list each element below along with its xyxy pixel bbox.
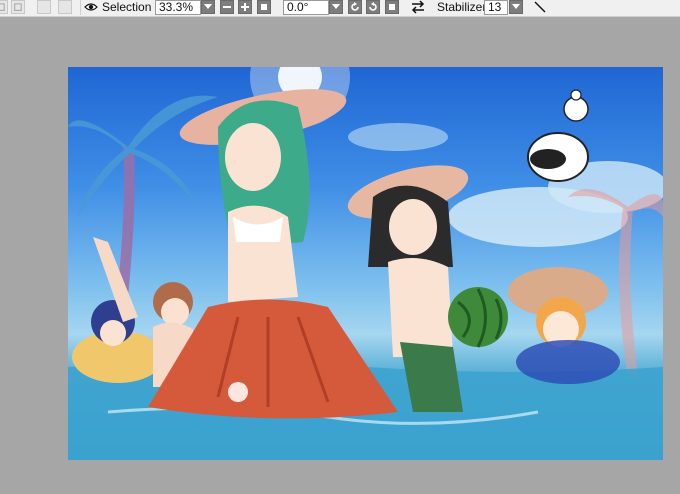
tool-icon[interactable] xyxy=(37,0,51,14)
top-toolbar: ◻ ◻ Selection 33.3% 0.0° Stabilizer 13 xyxy=(0,0,680,17)
rotate-right-icon[interactable] xyxy=(366,0,380,14)
undo-icon[interactable]: ◻ xyxy=(0,0,8,14)
character-body xyxy=(388,258,453,357)
stabilizer-field[interactable]: 13 xyxy=(484,0,508,15)
diagonal-line-icon[interactable] xyxy=(533,0,547,15)
chevron-down-icon[interactable] xyxy=(201,0,215,14)
cloud xyxy=(348,123,448,151)
mascot-face xyxy=(530,149,566,169)
eye-icon[interactable] xyxy=(84,0,98,15)
character-face xyxy=(100,320,126,346)
toolbar-divider xyxy=(80,0,81,15)
zoom-field[interactable]: 33.3% xyxy=(155,0,201,15)
character-face xyxy=(389,199,437,255)
beach-illustration xyxy=(68,67,663,460)
character-face xyxy=(161,298,189,326)
swim-ring xyxy=(516,340,620,384)
minus-icon[interactable] xyxy=(220,0,234,14)
character-face xyxy=(225,123,281,191)
swap-arrows-icon[interactable] xyxy=(410,0,426,15)
mascot-sketch xyxy=(570,89,582,101)
stabilizer-label: Stabilizer xyxy=(437,0,487,14)
rotation-field[interactable]: 0.0° xyxy=(283,0,329,15)
flower-pattern xyxy=(228,382,248,402)
rotate-left-icon[interactable] xyxy=(348,0,362,14)
chevron-down-icon[interactable] xyxy=(509,0,523,14)
selection-label: Selection xyxy=(102,0,152,14)
square-icon[interactable] xyxy=(385,0,399,14)
square-icon[interactable] xyxy=(257,0,271,14)
watermelon xyxy=(448,287,508,347)
artwork-canvas[interactable] xyxy=(68,67,663,460)
tool-icon[interactable] xyxy=(58,0,72,14)
plus-icon[interactable] xyxy=(238,0,252,14)
chevron-down-icon[interactable] xyxy=(329,0,343,14)
redo-icon[interactable]: ◻ xyxy=(11,0,25,14)
